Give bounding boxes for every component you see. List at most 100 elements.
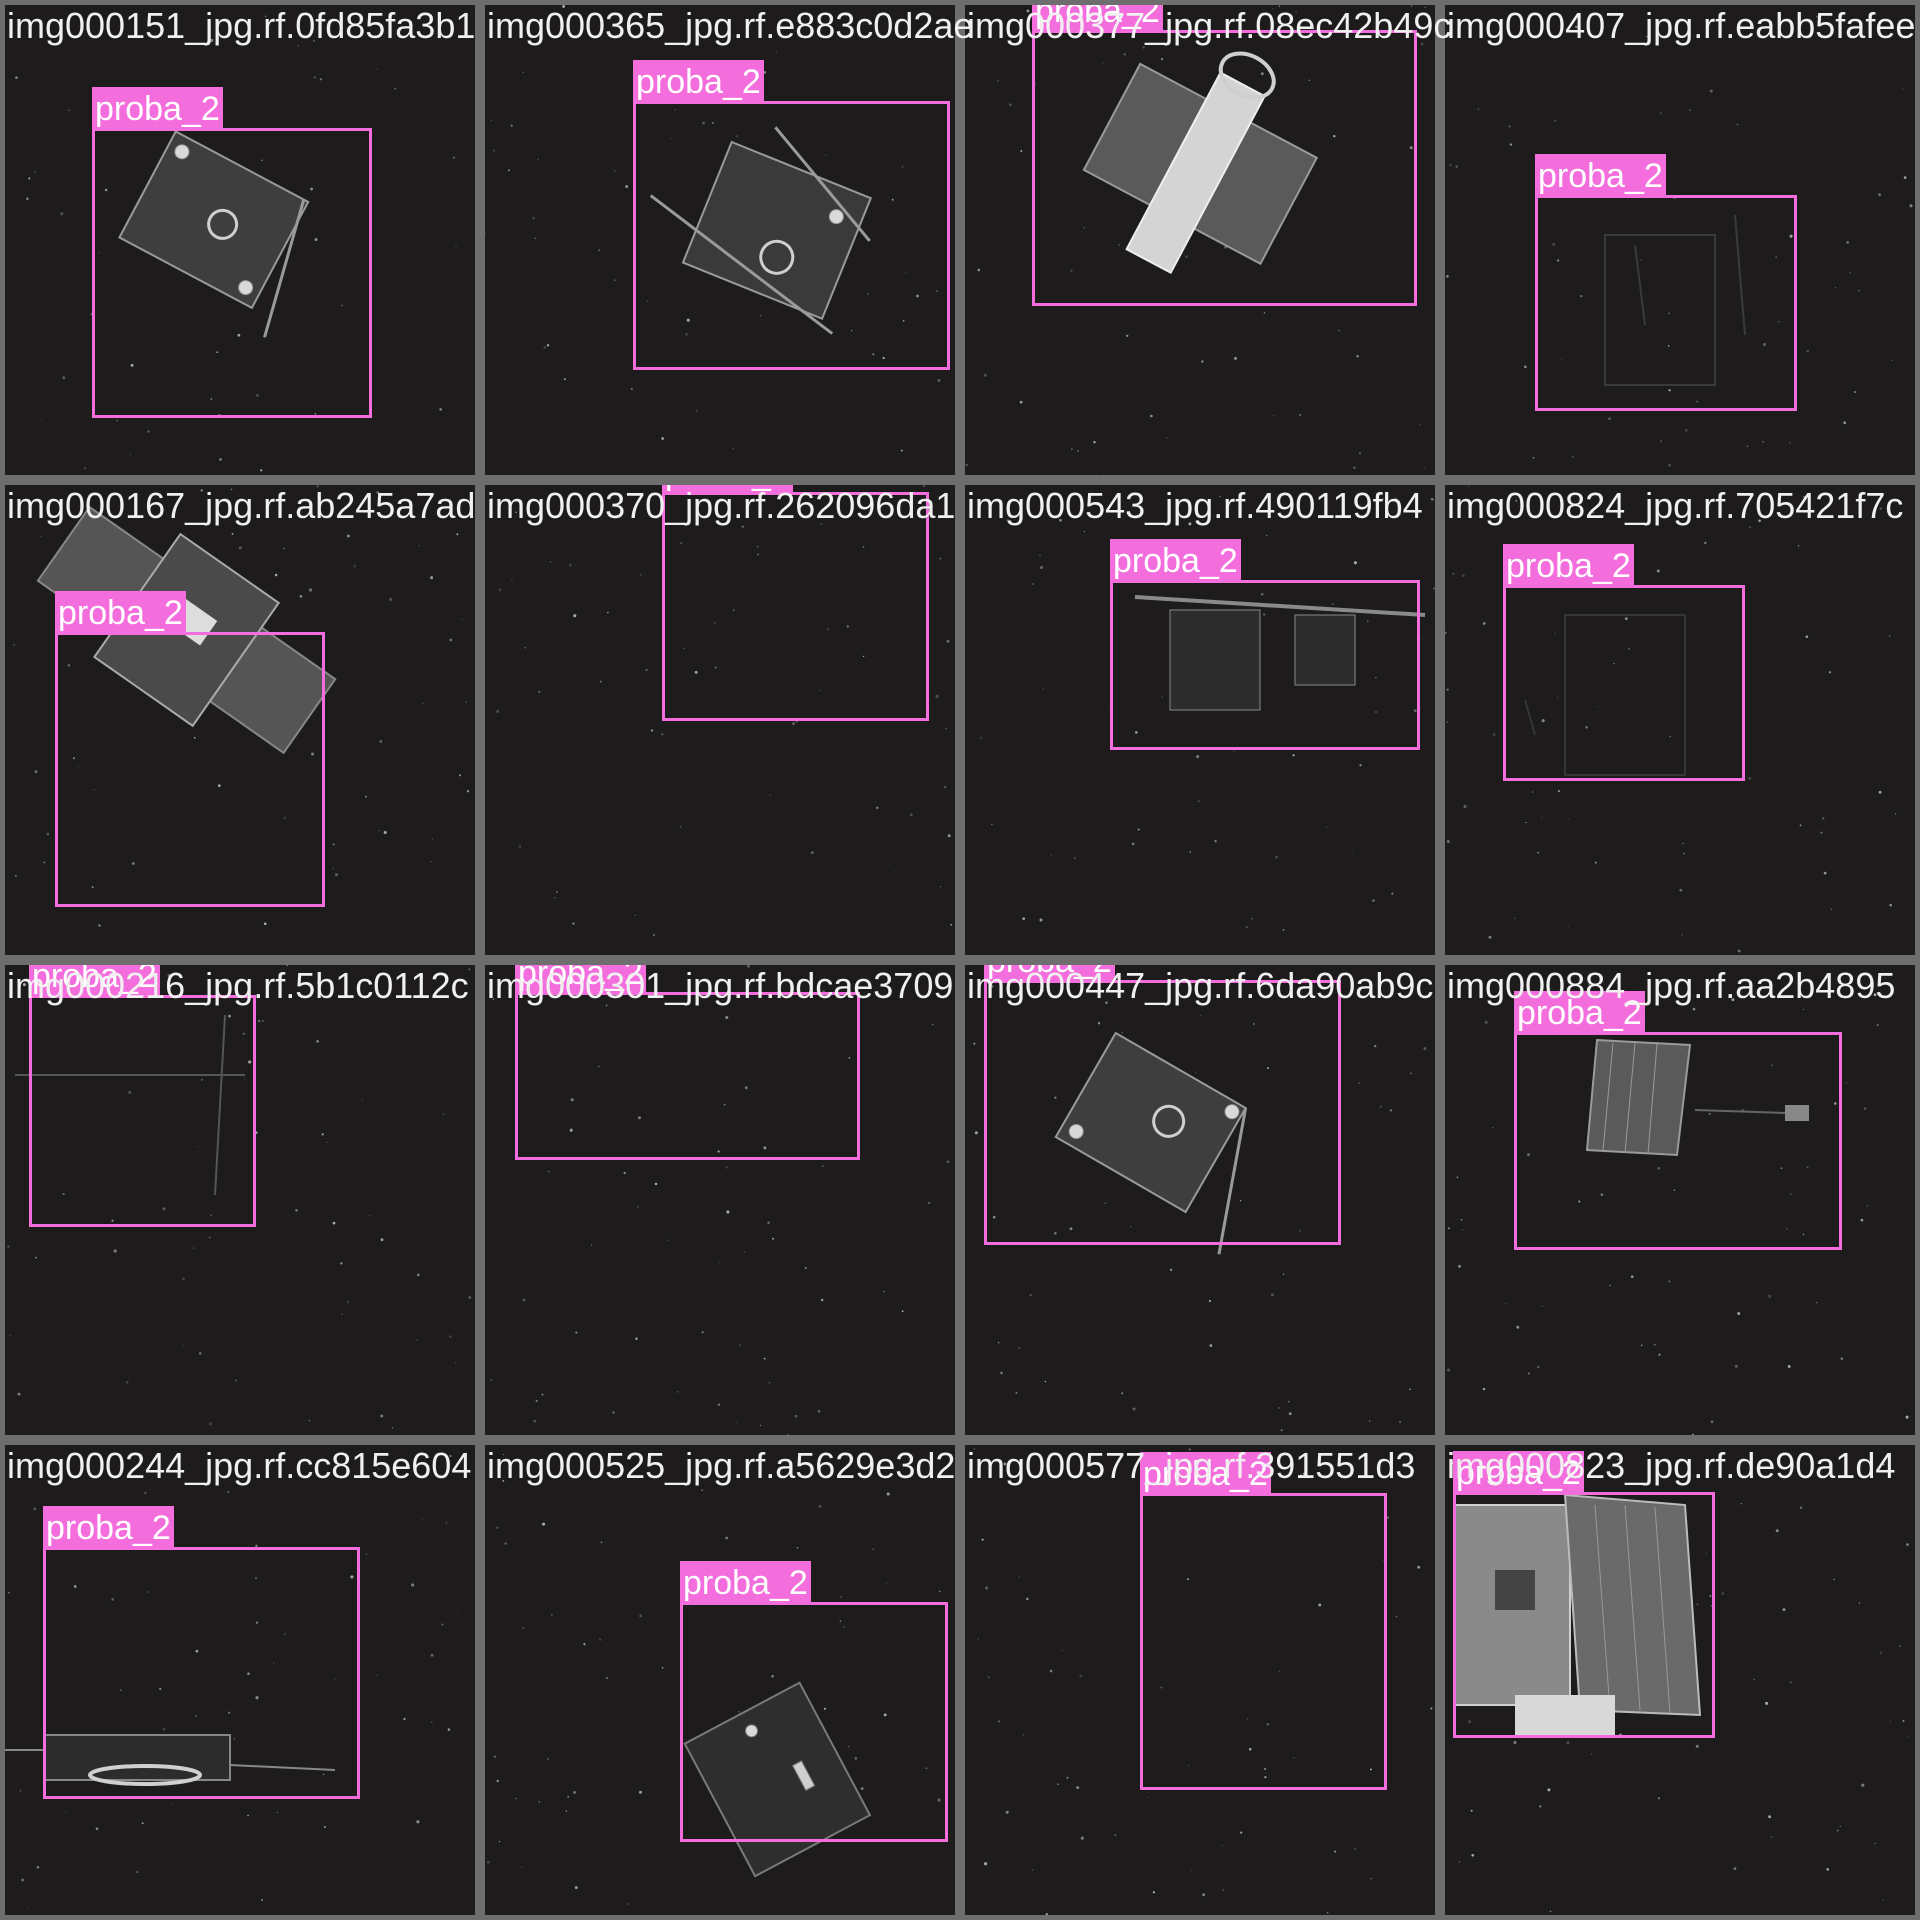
star [1202, 1893, 1206, 1897]
image-tile: proba_2 [5, 5, 475, 475]
star [792, 722, 795, 726]
star [511, 578, 513, 580]
star [769, 794, 771, 796]
star [1188, 1448, 1191, 1451]
star [817, 1410, 821, 1413]
star [518, 845, 522, 848]
image-tile: proba_2 [1445, 1445, 1915, 1915]
class-label: proba_2 [1503, 544, 1634, 588]
star [935, 694, 939, 698]
star [981, 1538, 984, 1541]
bounding-box: proba_2 [1535, 154, 1797, 411]
star [939, 557, 942, 560]
star [1018, 1576, 1020, 1578]
class-label: proba_2 [515, 965, 646, 995]
bounding-box: proba_2 [1140, 1452, 1387, 1790]
star [652, 934, 655, 936]
class-label: proba_2 [92, 87, 223, 131]
star [743, 1251, 746, 1253]
star [944, 786, 947, 789]
star [985, 1586, 989, 1590]
class-label: proba_2 [1110, 539, 1241, 583]
star [725, 1166, 729, 1169]
star [667, 1239, 669, 1241]
star [928, 1202, 931, 1204]
star [901, 1310, 904, 1313]
star [572, 922, 575, 925]
star [498, 588, 502, 592]
bounding-box: proba_2 [1453, 1451, 1715, 1738]
image-tile: proba_2 [965, 5, 1435, 475]
star [772, 1237, 775, 1240]
star [855, 987, 858, 990]
star [1222, 1888, 1225, 1891]
image-tile: proba_2 [965, 1445, 1435, 1915]
star [1430, 1707, 1433, 1710]
star [1152, 1891, 1156, 1894]
image-tile: proba_2 [5, 965, 475, 1435]
star [888, 863, 890, 865]
star [876, 806, 879, 809]
bounding-box: proba_2 [662, 485, 929, 721]
star [591, 1244, 593, 1246]
star [1240, 1831, 1243, 1834]
star [554, 897, 556, 899]
star [1066, 1776, 1069, 1779]
star [701, 1331, 704, 1334]
star [645, 668, 648, 672]
class-label: proba_2 [1514, 991, 1645, 1035]
class-label: proba_2 [984, 965, 1115, 983]
image-tile: proba_2 [965, 965, 1435, 1435]
star [987, 1676, 990, 1679]
image-tile: proba_2 [485, 485, 955, 955]
class-label: proba_2 [662, 485, 793, 495]
star [739, 1344, 742, 1347]
class-label: proba_2 [43, 1506, 174, 1550]
star [1353, 1847, 1357, 1851]
class-label: proba_2 [1140, 1452, 1271, 1496]
class-label: proba_2 [29, 965, 160, 998]
star [490, 498, 493, 500]
star [568, 563, 572, 567]
star [717, 1403, 721, 1406]
star [1299, 1474, 1303, 1478]
image-tile: proba_2 [5, 485, 475, 955]
star [804, 1266, 807, 1270]
bounding-box: proba_2 [43, 1506, 360, 1799]
star [1022, 1733, 1025, 1736]
bounding-box: proba_2 [29, 965, 256, 1227]
star [1334, 1850, 1337, 1853]
star [787, 1434, 789, 1435]
class-label: proba_2 [55, 591, 186, 635]
star [599, 680, 602, 683]
class-label: proba_2 [680, 1561, 811, 1605]
star [1417, 1565, 1421, 1569]
star [1031, 1869, 1034, 1871]
star [945, 727, 947, 730]
star [950, 923, 953, 926]
star [997, 1720, 1001, 1723]
star [820, 1298, 824, 1302]
star [984, 1862, 988, 1866]
star [573, 614, 577, 618]
star [650, 729, 654, 732]
star [1395, 1615, 1398, 1618]
star [1080, 1836, 1084, 1840]
star [549, 561, 552, 563]
star [1003, 1462, 1007, 1466]
star [909, 813, 913, 817]
star [1221, 1844, 1223, 1847]
star [883, 1290, 885, 1293]
star [607, 611, 609, 614]
star [538, 690, 541, 693]
star [947, 834, 951, 838]
bounding-box: proba_2 [55, 591, 325, 907]
bounding-box: proba_2 [515, 965, 860, 1160]
star [821, 1165, 824, 1167]
class-label: proba_2 [1535, 154, 1666, 198]
star [541, 1393, 544, 1396]
detection-mosaic: proba_2 proba_2 proba_2 proba_2 proba_2 … [0, 0, 1920, 1920]
star [767, 1221, 770, 1224]
star [556, 890, 558, 893]
star [535, 1399, 538, 1402]
